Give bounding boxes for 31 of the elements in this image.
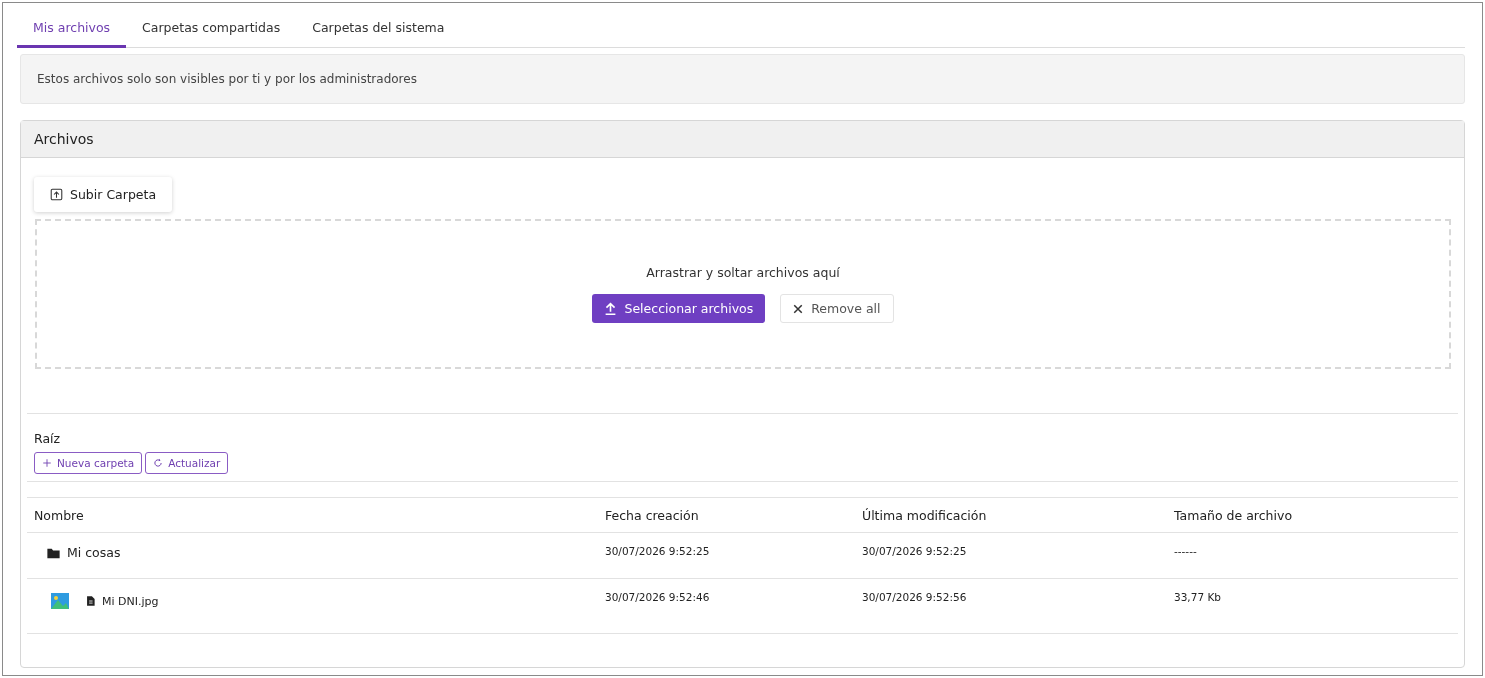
tab[interactable]: Carpetas compartidas <box>126 11 297 48</box>
upload-folder-button[interactable]: Subir Carpeta <box>34 177 173 212</box>
tab[interactable]: Carpetas del sistema <box>296 11 461 48</box>
plus-icon <box>42 458 52 468</box>
new-folder-button[interactable]: Nueva carpeta <box>34 452 143 474</box>
close-icon <box>793 303 804 314</box>
file-name[interactable]: Mi cosas <box>67 545 121 560</box>
card-title: Archivos <box>21 121 1464 158</box>
column-header[interactable]: Fecha creación <box>598 507 855 523</box>
table-cell-text: 30/07/2026 9:52:56 <box>861 590 968 603</box>
remove-all-button[interactable]: Remove all <box>780 294 894 323</box>
drop-zone[interactable]: Arrastrar y soltar archivos aquí Seleccionar archivos Remove all <box>35 219 1451 369</box>
table-cell-text: 30/07/2026 9:52:25 <box>604 544 711 557</box>
tab[interactable]: Mis archivos <box>17 11 127 48</box>
file-name[interactable]: Mi DNI.jpg <box>102 594 159 608</box>
table-cell-text: 30/07/2026 9:52:46 <box>604 590 711 603</box>
drop-hint: Arrastrar y soltar archivos aquí <box>646 265 840 280</box>
upload-icon <box>50 188 63 201</box>
column-header[interactable]: Nombre <box>27 507 598 523</box>
info-notice: Estos archivos solo son visibles por ti y por los administradores <box>20 54 1465 104</box>
table-cell-text: ------ <box>1173 544 1198 557</box>
table-cell-text: 30/07/2026 9:52:25 <box>861 544 968 557</box>
table-cell-text: 33,77 Kb <box>1173 590 1222 603</box>
refresh-button[interactable]: Actualizar <box>145 452 229 474</box>
breadcrumb[interactable]: Raíz <box>27 414 1458 452</box>
select-files-button[interactable]: Seleccionar archivos <box>592 294 766 323</box>
refresh-icon <box>153 458 164 468</box>
document-icon <box>85 595 96 607</box>
upload-icon <box>604 302 618 315</box>
column-header[interactable]: Tamaño de archivo <box>1167 507 1458 523</box>
column-header[interactable]: Última modificación <box>855 507 1167 523</box>
